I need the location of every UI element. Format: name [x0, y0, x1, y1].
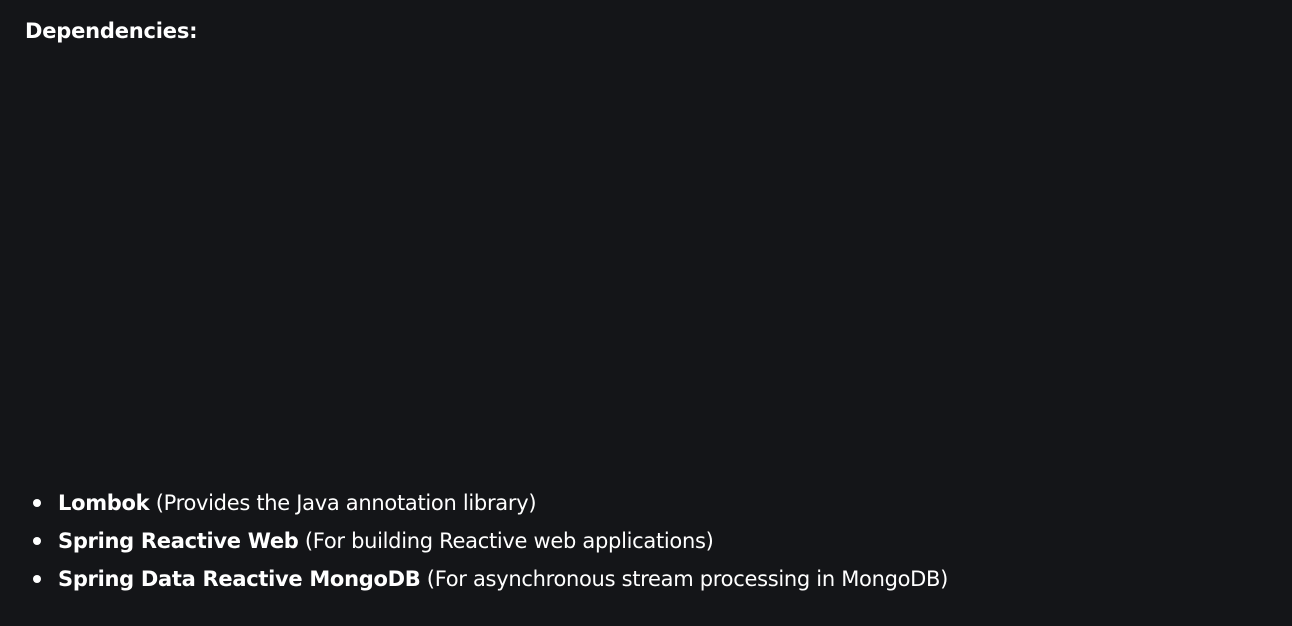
dependencies-heading: Dependencies:	[25, 19, 198, 43]
dependency-list: Lombok (Provides the Java annotation lib…	[0, 484, 948, 598]
dependency-name: Spring Data Reactive MongoDB	[58, 567, 421, 591]
blank-media-area	[25, 60, 1265, 470]
list-item-lombok: Lombok (Provides the Java annotation lib…	[0, 484, 948, 522]
bullet-icon	[33, 537, 41, 545]
bullet-icon	[33, 575, 41, 583]
dependency-description: (For asynchronous stream processing in M…	[420, 567, 949, 591]
dependency-description: (For building Reactive web applications)	[298, 529, 714, 553]
list-item-spring-reactive-web: Spring Reactive Web (For building Reacti…	[0, 522, 948, 560]
list-item-spring-data-reactive-mongodb: Spring Data Reactive MongoDB (For asynch…	[0, 560, 948, 598]
dependency-name: Spring Reactive Web	[58, 529, 299, 553]
bullet-icon	[33, 499, 41, 507]
dependency-description: (Provides the Java annotation library)	[149, 491, 537, 515]
dependency-name: Lombok	[58, 491, 150, 515]
